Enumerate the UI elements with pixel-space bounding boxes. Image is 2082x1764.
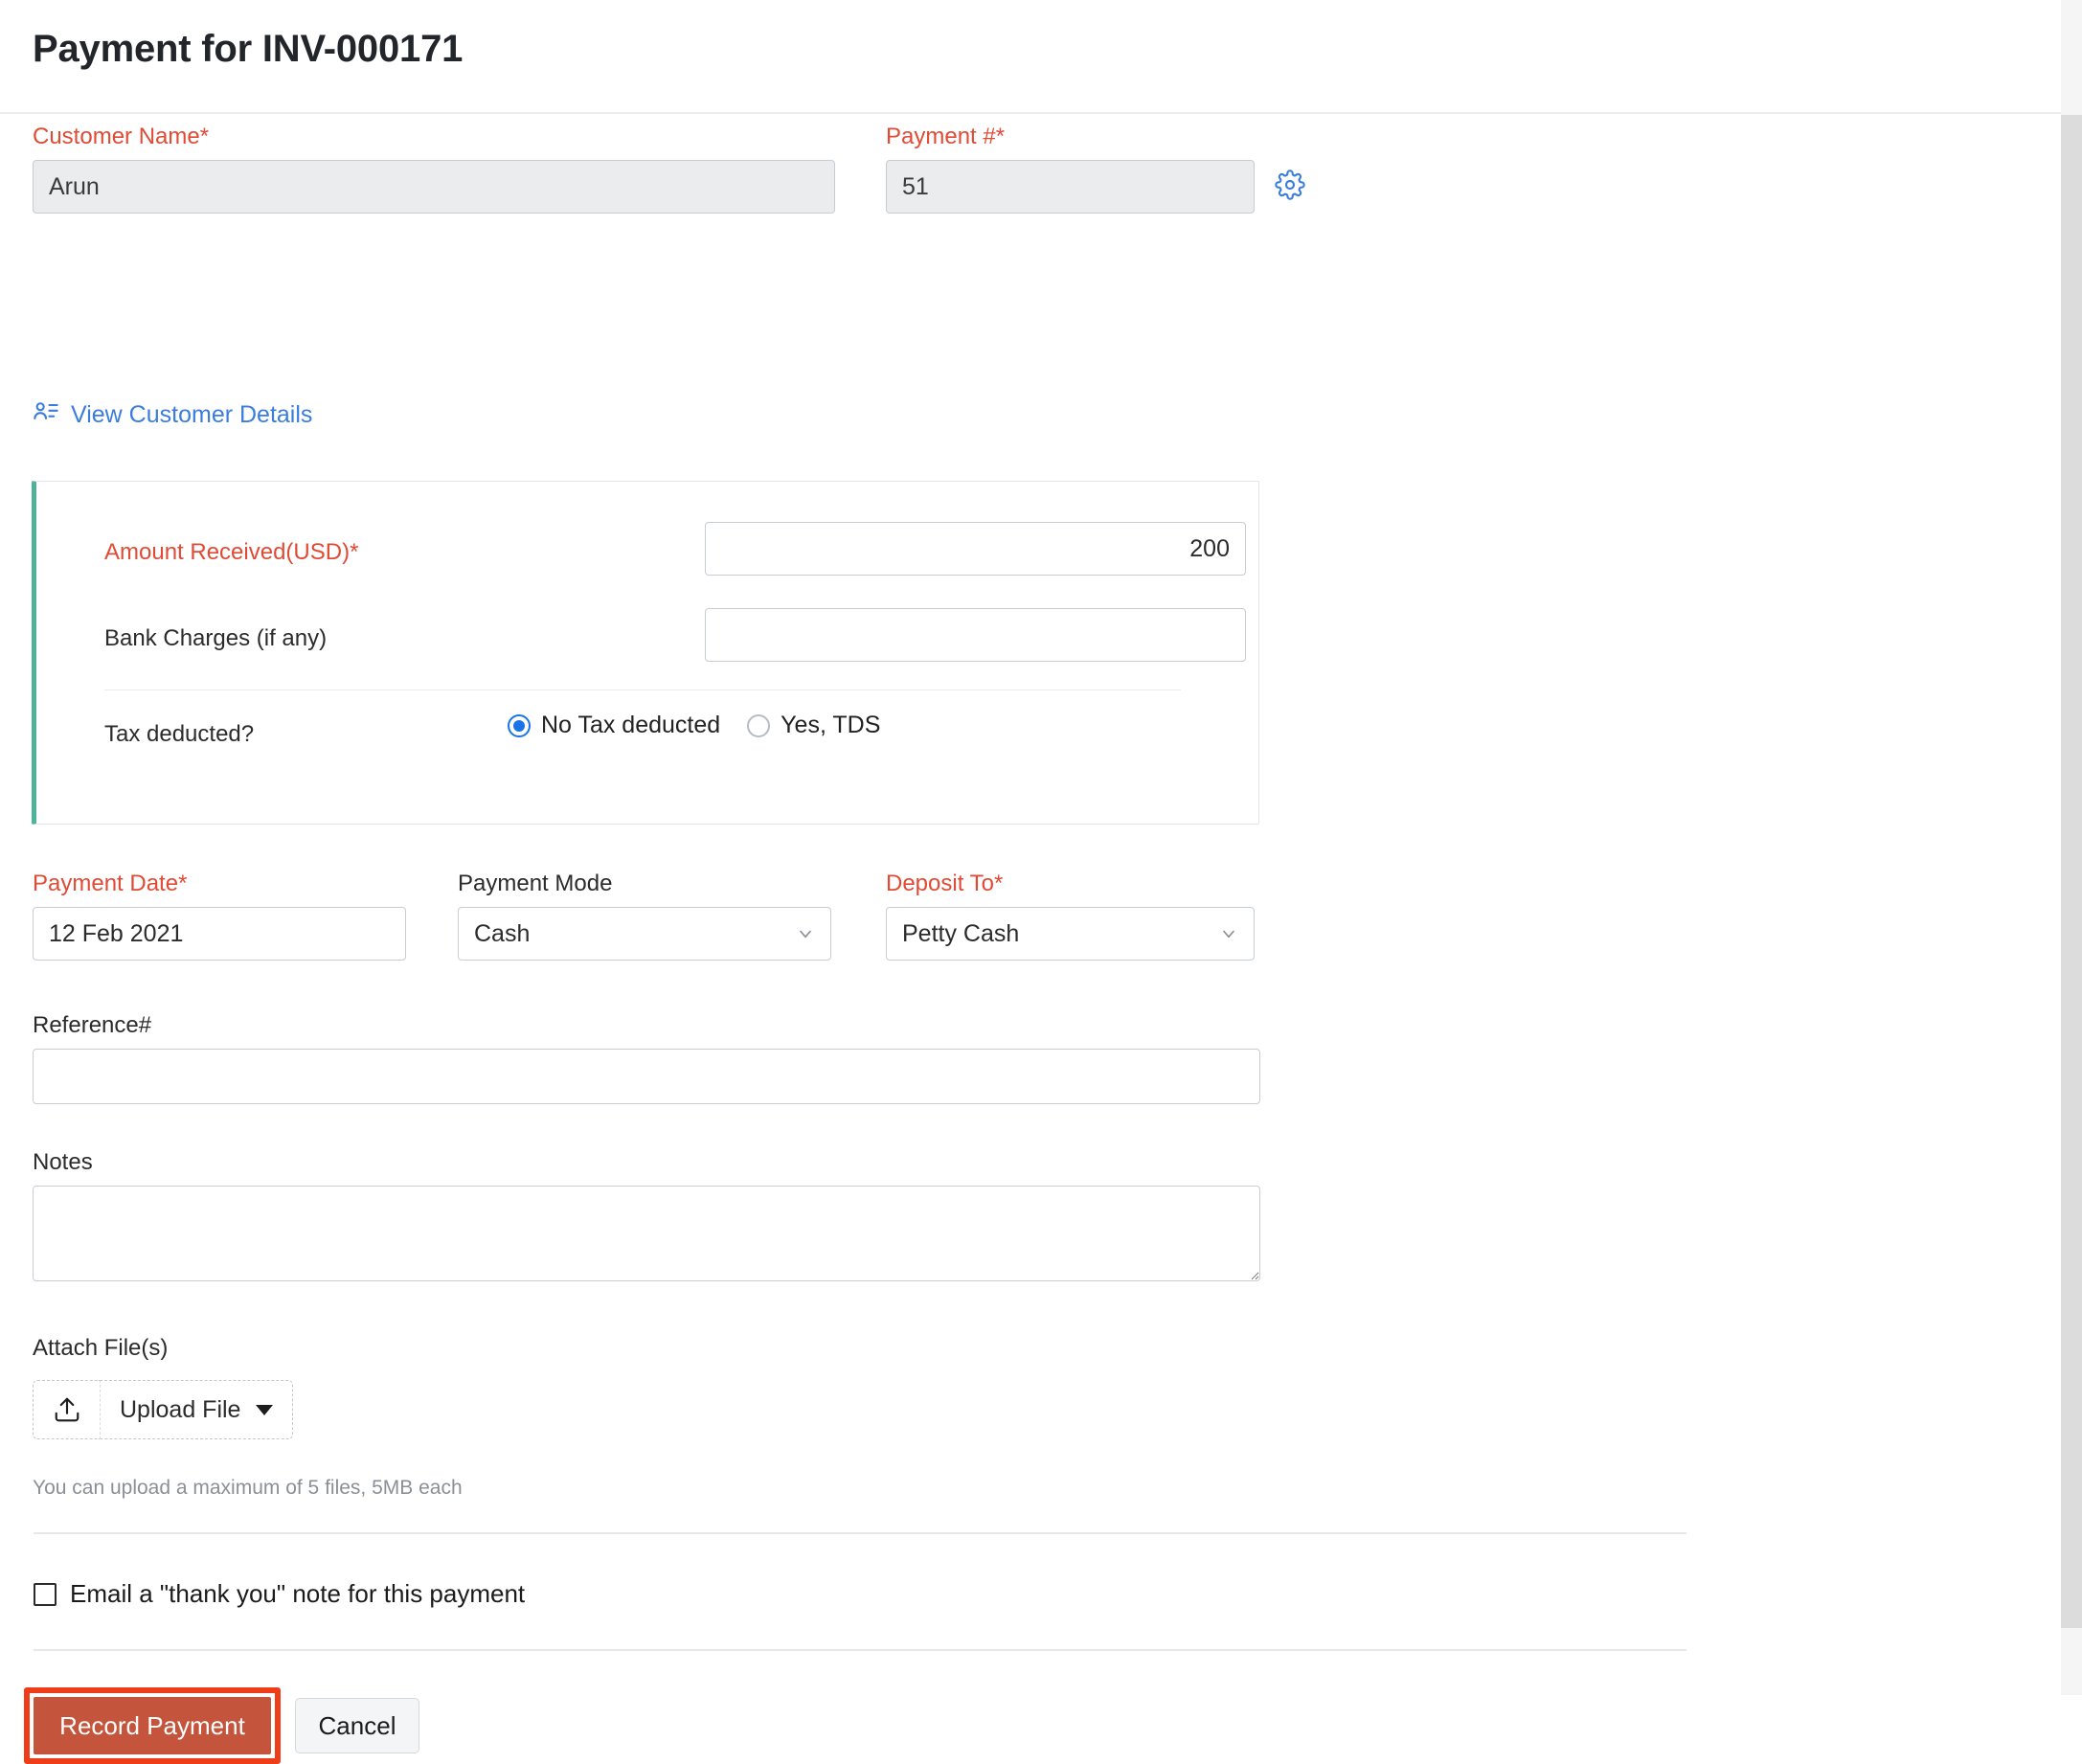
vertical-scrollbar-track[interactable]: [2061, 0, 2082, 1695]
upload-file-button[interactable]: Upload File: [100, 1380, 293, 1439]
amount-received-input[interactable]: [705, 522, 1246, 576]
record-payment-button[interactable]: Record Payment: [33, 1696, 272, 1755]
tax-deducted-label: Tax deducted?: [104, 721, 254, 748]
payment-number-label: Payment #*: [886, 125, 1005, 148]
view-customer-details-label: View Customer Details: [71, 401, 312, 429]
amount-received-label: Amount Received(USD)*: [104, 539, 358, 566]
page-header: Payment for INV-000171: [0, 0, 2061, 114]
payment-number-input[interactable]: [886, 160, 1255, 214]
notes-textarea[interactable]: [33, 1186, 1260, 1281]
vertical-scrollbar-thumb[interactable]: [2061, 115, 2082, 1628]
bank-charges-input[interactable]: [705, 608, 1246, 662]
attach-files-label: Attach File(s): [33, 1337, 168, 1360]
payment-mode-select[interactable]: Cash: [458, 907, 831, 961]
radio-no-tax-deducted-label: No Tax deducted: [541, 712, 720, 739]
deposit-to-label: Deposit To*: [886, 872, 1003, 895]
upload-file-control[interactable]: Upload File: [33, 1380, 293, 1439]
email-thank-you-checkbox[interactable]: [34, 1583, 57, 1606]
payment-mode-value: Cash: [474, 920, 796, 948]
gear-icon[interactable]: [1274, 169, 1306, 201]
bank-charges-label: Bank Charges (if any): [104, 625, 327, 652]
email-thank-you-checkbox-row[interactable]: Email a "thank you" note for this paymen…: [34, 1579, 525, 1609]
upload-hint-text: You can upload a maximum of 5 files, 5MB…: [33, 1477, 463, 1500]
radio-no-tax-deducted-dot[interactable]: [508, 714, 531, 737]
radio-no-tax-deducted[interactable]: No Tax deducted: [508, 712, 720, 739]
customer-payment-row: Customer Name* Payment #*: [0, 116, 2061, 269]
view-customer-details-link[interactable]: View Customer Details: [33, 398, 312, 432]
customer-name-label: Customer Name*: [33, 125, 209, 148]
divider-above-email-option: [34, 1532, 1686, 1534]
caret-down-icon: [256, 1405, 273, 1415]
amount-received-panel: Amount Received(USD)* Bank Charges (if a…: [32, 481, 1259, 825]
reference-label: Reference#: [33, 1014, 151, 1037]
payment-form: Customer Name* Payment #*: [0, 116, 2061, 269]
notes-label: Notes: [33, 1151, 93, 1174]
payment-mode-label: Payment Mode: [458, 872, 612, 895]
deposit-to-value: Petty Cash: [902, 920, 1219, 948]
upload-file-label: Upload File: [120, 1396, 240, 1424]
radio-yes-tds-dot[interactable]: [747, 714, 770, 737]
deposit-to-select[interactable]: Petty Cash: [886, 907, 1255, 961]
contact-details-icon: [33, 398, 59, 432]
chevron-down-icon: [1219, 924, 1238, 943]
payment-date-label: Payment Date*: [33, 872, 187, 895]
upload-icon[interactable]: [33, 1380, 100, 1439]
customer-name-input[interactable]: [33, 160, 835, 214]
radio-yes-tds-label: Yes, TDS: [781, 712, 880, 739]
radio-yes-tds[interactable]: Yes, TDS: [747, 712, 880, 739]
payment-details-row: Payment Date* Payment Mode Cash Deposit …: [0, 872, 2061, 997]
payment-date-input[interactable]: [33, 907, 406, 961]
cancel-button[interactable]: Cancel: [295, 1698, 419, 1753]
chevron-down-icon: [796, 924, 815, 943]
payment-form-page: Payment for INV-000171 Customer Name* Pa…: [0, 0, 2082, 1695]
divider-above-actions: [34, 1649, 1686, 1651]
email-thank-you-label: Email a "thank you" note for this paymen…: [70, 1579, 525, 1609]
reference-input[interactable]: [33, 1049, 1260, 1104]
page-title: Payment for INV-000171: [33, 28, 463, 71]
tax-deducted-radio-group: No Tax deducted Yes, TDS: [508, 712, 880, 739]
